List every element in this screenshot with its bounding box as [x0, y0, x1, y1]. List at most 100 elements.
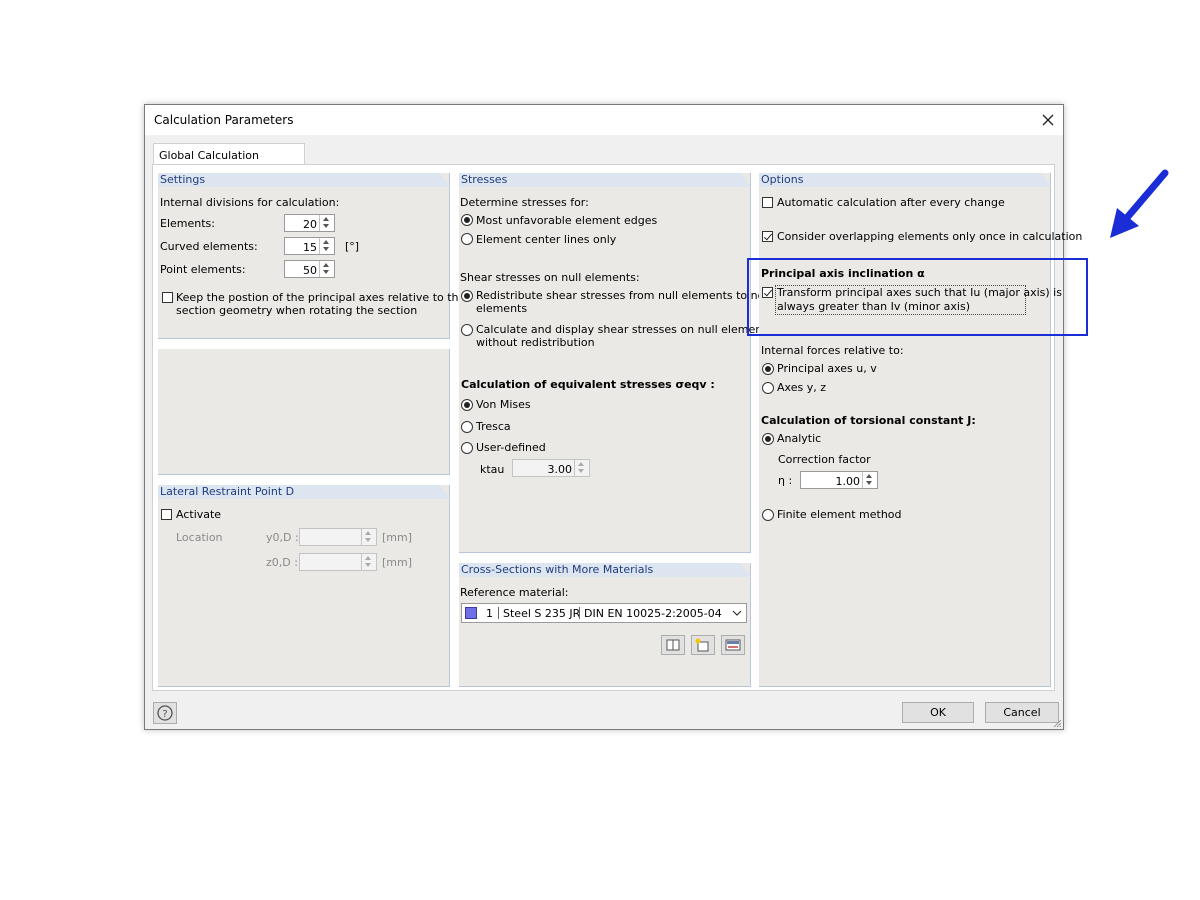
material-dropdown[interactable]: 1 Steel S 235 JR DIN EN 10025-2:2005-04	[461, 603, 747, 623]
new-item-icon	[695, 638, 709, 652]
ktau-spinner[interactable]: 3.00	[512, 459, 590, 477]
stresses-panel: Stresses Determine stresses for: Most un…	[459, 173, 789, 553]
spinner-arrows-icon[interactable]	[319, 215, 334, 231]
auto-calc-label: Automatic calculation after every change	[777, 196, 1005, 209]
eta-spinner[interactable]: 1.00	[800, 471, 878, 489]
help-button[interactable]: ?	[153, 702, 177, 724]
most-unfavorable-label: Most unfavorable element edges	[476, 214, 658, 227]
keep-position-label-line2: section geometry when rotating the secti…	[176, 304, 418, 317]
reference-material-label: Reference material:	[460, 586, 569, 599]
determine-stresses-label: Determine stresses for:	[460, 196, 589, 209]
keep-position-checkbox[interactable]	[162, 292, 173, 303]
chevron-down-icon[interactable]	[732, 610, 742, 617]
annotation-arrow-icon	[1110, 169, 1169, 238]
axes-yz-label: Axes y, z	[777, 381, 826, 394]
point-elements-spinner[interactable]: 50	[284, 260, 335, 278]
von-mises-label: Von Mises	[476, 398, 531, 411]
stresses-header: Stresses	[459, 173, 751, 187]
edit-material-button[interactable]	[721, 635, 745, 655]
calc-display-label-line2: without redistribution	[476, 336, 595, 349]
divisions-label: Internal divisions for calculation:	[160, 196, 340, 209]
principal-axes-radio[interactable]	[762, 363, 774, 375]
eta-value: 1.00	[835, 475, 861, 488]
tresca-radio[interactable]	[461, 421, 473, 433]
calc-display-label-line1: Calculate and display shear stresses on …	[476, 323, 773, 336]
spinner-arrows-icon[interactable]	[319, 261, 334, 277]
ktau-label: ktau	[480, 463, 505, 476]
calculation-parameters-dialog: Calculation Parameters Global Calculatio…	[144, 104, 1082, 730]
materials-header: Cross-Sections with More Materials	[459, 563, 751, 577]
most-unfavorable-radio[interactable]	[461, 214, 473, 226]
lateral-restraint-panel: Lateral Restraint Point D Activate Locat…	[158, 485, 450, 687]
options-panel: Options Automatic calculation after ever…	[759, 173, 1082, 687]
elements-label: Elements:	[160, 217, 215, 230]
window-title: Calculation Parameters	[154, 113, 294, 127]
z-unit: [mm]	[382, 556, 413, 569]
spinner-arrows-icon[interactable]	[574, 460, 589, 476]
curved-unit: [°]	[345, 240, 360, 253]
curved-elements-value: 15	[303, 241, 317, 254]
von-mises-radio[interactable]	[461, 399, 473, 411]
y-unit: [mm]	[382, 531, 413, 544]
material-name: Steel S 235 JR	[503, 607, 581, 620]
correction-factor-label: Correction factor	[778, 453, 871, 466]
tab-global-calculation-parameters[interactable]: Global Calculation Parameters	[153, 143, 305, 175]
ok-button[interactable]: OK	[902, 702, 974, 723]
overlap-checkbox[interactable]	[762, 231, 773, 242]
options-header: Options	[759, 173, 1051, 187]
elements-spinner[interactable]: 20	[284, 214, 335, 232]
torsional-constant-label: Calculation of torsional constant J:	[761, 414, 976, 427]
eta-label: η :	[778, 474, 793, 487]
close-icon	[1042, 114, 1054, 126]
close-button[interactable]	[1033, 105, 1063, 135]
redistribute-label-line2: elements	[476, 302, 528, 315]
location-label: Location	[176, 531, 223, 544]
center-lines-label: Element center lines only	[476, 233, 617, 246]
material-number: 1	[486, 607, 493, 620]
spinner-arrows-icon[interactable]	[361, 529, 376, 545]
new-material-button[interactable]	[691, 635, 715, 655]
elements-value: 20	[303, 218, 317, 231]
book-icon	[666, 639, 680, 651]
z-location-label: z0,D :	[266, 556, 298, 569]
curved-elements-spinner[interactable]: 15	[284, 237, 335, 255]
z-location-spinner[interactable]	[299, 553, 377, 571]
fem-label: Finite element method	[777, 508, 902, 521]
auto-calc-checkbox[interactable]	[762, 197, 773, 208]
analytic-radio[interactable]	[762, 433, 774, 445]
cancel-button[interactable]: Cancel	[985, 702, 1059, 723]
spinner-arrows-icon[interactable]	[319, 238, 334, 254]
axes-yz-radio[interactable]	[762, 382, 774, 394]
materials-panel: Cross-Sections with More Materials Refer…	[459, 563, 751, 687]
material-color-swatch	[465, 607, 477, 619]
spinner-arrows-icon[interactable]	[862, 472, 877, 488]
user-defined-radio[interactable]	[461, 442, 473, 454]
lateral-restraint-header: Lateral Restraint Point D	[158, 485, 450, 499]
settings-header: Settings	[158, 173, 450, 187]
center-lines-radio[interactable]	[461, 233, 473, 245]
tresca-label: Tresca	[476, 420, 511, 433]
settings-panel: Settings Internal divisions for calculat…	[158, 173, 465, 339]
spinner-arrows-icon[interactable]	[361, 554, 376, 570]
empty-panel	[158, 349, 450, 475]
resize-grip-icon[interactable]	[1052, 718, 1062, 728]
redistribute-label-line1: Redistribute shear stresses from null el…	[476, 289, 790, 302]
material-separator	[498, 607, 499, 619]
curved-elements-label: Curved elements:	[160, 240, 258, 253]
material-library-button[interactable]	[661, 635, 685, 655]
equivalent-stresses-label: Calculation of equivalent stresses σeqv …	[461, 378, 715, 391]
y-location-spinner[interactable]	[299, 528, 377, 546]
calc-display-radio[interactable]	[461, 324, 473, 336]
activate-label: Activate	[176, 508, 222, 521]
redistribute-radio[interactable]	[461, 290, 473, 302]
principal-axes-label: Principal axes u, v	[777, 362, 877, 375]
edit-icon	[725, 639, 741, 651]
fem-radio[interactable]	[762, 509, 774, 521]
overlap-label: Consider overlapping elements only once …	[777, 230, 1083, 243]
point-elements-value: 50	[303, 264, 317, 277]
material-separator	[579, 607, 580, 619]
user-defined-label: User-defined	[476, 441, 546, 454]
material-norm: DIN EN 10025-2:2005-04	[584, 607, 722, 620]
activate-checkbox[interactable]	[161, 509, 172, 520]
ktau-value: 3.00	[547, 463, 573, 476]
